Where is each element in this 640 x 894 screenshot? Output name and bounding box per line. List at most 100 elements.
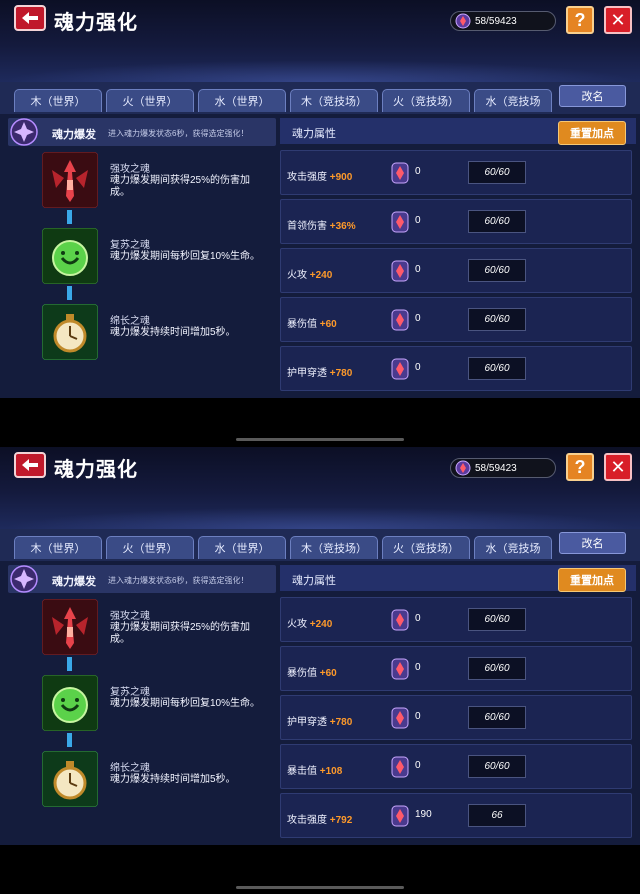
soul-name: 强攻之魂 [110, 164, 150, 175]
attribute-row[interactable]: 暴伤值 +60 0 60/60 [280, 297, 632, 342]
soul-burst-header: 魂力爆发 进入魂力爆发状态6秒，获得选定强化！ [8, 118, 276, 146]
reset-points-button[interactable]: 重置加点 [558, 568, 626, 592]
revive-soul-icon[interactable] [42, 228, 98, 284]
attribute-level-box[interactable]: 60/60 [468, 657, 526, 680]
back-button[interactable] [14, 5, 46, 31]
close-button[interactable]: ✕ [604, 6, 632, 34]
revive-soul-icon[interactable] [42, 675, 98, 731]
soul-name: 绵长之魂 [110, 763, 150, 774]
help-button[interactable]: ? [566, 6, 594, 34]
attribute-row[interactable]: 暴击值 +108 0 60/60 [280, 744, 632, 789]
soul-currency-display: 58/59423 [450, 458, 556, 478]
attribute-row[interactable]: 暴伤值 +60 0 60/60 [280, 646, 632, 691]
attribute-label: 攻击强度 +900 [287, 172, 353, 183]
tab-wood-arena[interactable]: 木（竞技场） [290, 536, 378, 559]
soul-gem-icon [455, 13, 471, 29]
back-button[interactable] [14, 452, 46, 478]
tab-fire-world[interactable]: 火（世界） [106, 89, 194, 112]
tab-water-arena[interactable]: 水（竞技场 [474, 536, 552, 559]
attack-soul-icon[interactable] [42, 152, 98, 208]
soul-name: 绵长之魂 [110, 316, 150, 327]
attribute-points: 0 [415, 662, 421, 673]
soul-burst-panel: 魂力爆发 进入魂力爆发状态6秒，获得选定强化！ 强攻之魂 魂力爆发期间获得25%… [4, 561, 276, 845]
soul-burst-icon [10, 118, 38, 146]
attribute-level-box[interactable]: 60/60 [468, 706, 526, 729]
soul-connector [67, 286, 72, 300]
attribute-label: 暴伤值 +60 [287, 668, 337, 679]
attribute-label: 护甲穿透 +780 [287, 717, 353, 728]
close-button[interactable]: ✕ [604, 453, 632, 481]
soul-description: 魂力爆发期间获得25%的伤害加成。 [110, 622, 251, 645]
soul-gem-icon [391, 358, 409, 380]
tab-wood-world[interactable]: 木（世界） [14, 536, 102, 559]
tab-water-world[interactable]: 水（世界） [198, 536, 286, 559]
tab-water-arena[interactable]: 水（竞技场 [474, 89, 552, 112]
soul-gem-icon [391, 211, 409, 233]
tab-fire-arena[interactable]: 火（竞技场） [382, 89, 470, 112]
soul-gem-icon [391, 707, 409, 729]
soul-gem-icon [391, 756, 409, 778]
page-title: 魂力强化 [54, 459, 138, 481]
duration-soul-icon[interactable] [42, 304, 98, 360]
rename-button[interactable]: 改名 [559, 532, 626, 554]
back-arrow-icon [22, 12, 38, 24]
soul-burst-header: 魂力爆发 进入魂力爆发状态6秒，获得选定强化！ [8, 565, 276, 593]
attribute-level-box[interactable]: 60/60 [468, 308, 526, 331]
attribute-level-box[interactable]: 66 [468, 804, 526, 827]
tab-fire-world[interactable]: 火（世界） [106, 536, 194, 559]
attribute-label: 护甲穿透 +780 [287, 368, 353, 379]
soul-description: 魂力爆发期间每秒回复10%生命。 [110, 698, 261, 709]
soul-attributes-panel: 魂力属性 重置加点 攻击强度 +900 0 60/60 首领伤害 +36% 0 … [280, 114, 636, 398]
attribute-level-box[interactable]: 60/60 [468, 161, 526, 184]
soul-gem-icon [391, 309, 409, 331]
attribute-label: 火攻 +240 [287, 270, 333, 281]
attribute-level-box[interactable]: 60/60 [468, 608, 526, 631]
currency-value: 58/59423 [475, 15, 517, 27]
content-area: 魂力爆发 进入魂力爆发状态6秒，获得选定强化！ 强攻之魂 魂力爆发期间获得25%… [0, 114, 640, 398]
attribute-points: 0 [415, 711, 421, 722]
soul-attributes-panel: 魂力属性 重置加点 火攻 +240 0 60/60 暴伤值 +60 0 60/6… [280, 561, 636, 845]
soul-name: 复苏之魂 [110, 240, 150, 251]
tab-fire-arena[interactable]: 火（竞技场） [382, 536, 470, 559]
tab-wood-arena[interactable]: 木（竞技场） [290, 89, 378, 112]
attribute-points: 0 [415, 362, 421, 373]
attribute-level-box[interactable]: 60/60 [468, 259, 526, 282]
tab-wood-world[interactable]: 木（世界） [14, 89, 102, 112]
attribute-label: 暴击值 +108 [287, 766, 343, 777]
attribute-row[interactable]: 火攻 +240 0 60/60 [280, 248, 632, 293]
page-title: 魂力强化 [54, 12, 138, 34]
attribute-points: 0 [415, 215, 421, 226]
attribute-row[interactable]: 攻击强度 +900 0 60/60 [280, 150, 632, 195]
soul-burst-description: 进入魂力爆发状态6秒，获得选定强化！ [108, 129, 249, 138]
attribute-row[interactable]: 首领伤害 +36% 0 60/60 [280, 199, 632, 244]
attribute-points: 190 [415, 809, 432, 820]
soul-burst-panel: 魂力爆发 进入魂力爆发状态6秒，获得选定强化！ 强攻之魂 魂力爆发期间获得25%… [4, 114, 276, 398]
attribute-row[interactable]: 攻击强度 +792 190 66 [280, 793, 632, 838]
soul-gem-icon [391, 260, 409, 282]
attribute-level-box[interactable]: 60/60 [468, 210, 526, 233]
attribute-label: 攻击强度 +792 [287, 815, 353, 826]
attack-soul-icon[interactable] [42, 599, 98, 655]
soul-description: 魂力爆发持续时间增加5秒。 [110, 327, 236, 338]
attributes-header: 魂力属性 重置加点 [280, 565, 636, 592]
header-bar: 魂力强化 58/59423 ? ✕ [0, 447, 640, 529]
soul-gem-icon [391, 609, 409, 631]
attribute-level-box[interactable]: 60/60 [468, 755, 526, 778]
attribute-row[interactable]: 火攻 +240 0 60/60 [280, 597, 632, 642]
attribute-row[interactable]: 护甲穿透 +780 0 60/60 [280, 695, 632, 740]
soul-burst-name: 魂力爆发 [52, 576, 96, 588]
currency-value: 58/59423 [475, 462, 517, 474]
attribute-level-box[interactable]: 60/60 [468, 357, 526, 380]
tab-bar: 木（世界） 火（世界） 水（世界） 木（竞技场） 火（竞技场） 水（竞技场 改名 [0, 529, 640, 561]
soul-description: 魂力爆发期间获得25%的伤害加成。 [110, 175, 251, 198]
tab-water-world[interactable]: 水（世界） [198, 89, 286, 112]
soul-burst-description: 进入魂力爆发状态6秒，获得选定强化！ [108, 576, 249, 585]
help-button[interactable]: ? [566, 453, 594, 481]
reset-points-button[interactable]: 重置加点 [558, 121, 626, 145]
header-bar: 魂力强化 58/59423 ? ✕ [0, 0, 640, 82]
duration-soul-icon[interactable] [42, 751, 98, 807]
rename-button[interactable]: 改名 [559, 85, 626, 107]
soul-name: 强攻之魂 [110, 611, 150, 622]
attribute-row[interactable]: 护甲穿透 +780 0 60/60 [280, 346, 632, 391]
attributes-title: 魂力属性 [292, 575, 336, 587]
